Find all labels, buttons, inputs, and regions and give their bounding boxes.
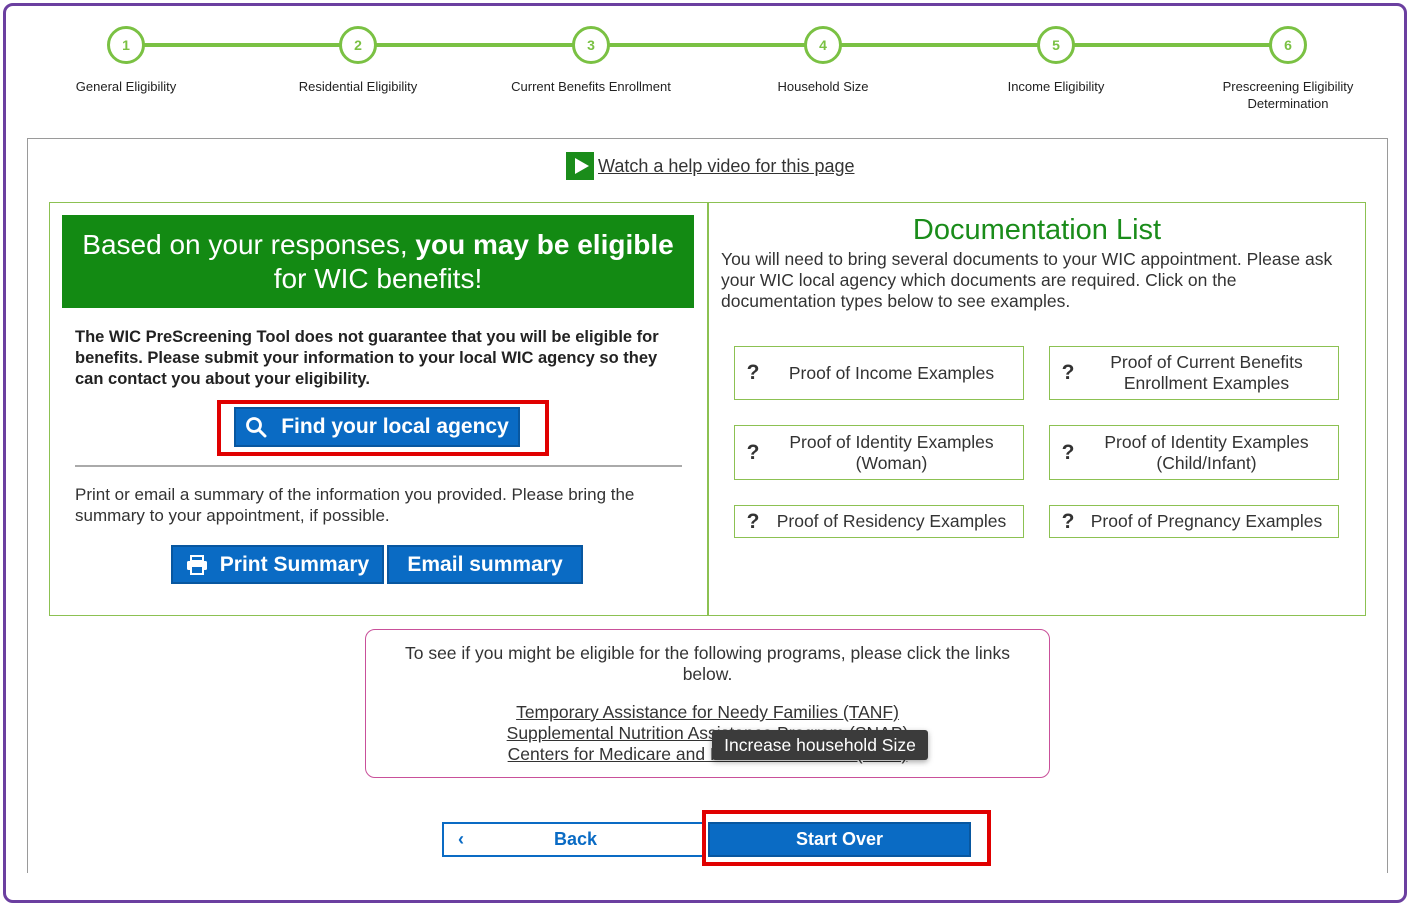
eligibility-banner: Based on your responses, you may be elig… [62, 215, 694, 308]
step-label: Household Size [777, 79, 869, 94]
banner-suffix: for WIC benefits! [273, 262, 483, 294]
step-label: Current Benefits Enrollment [511, 79, 671, 94]
banner-bold: you may be eligible [415, 228, 674, 260]
horizontal-divider [75, 465, 682, 467]
find-agency-button[interactable]: Find your local agency [234, 407, 520, 447]
question-icon: ? [1061, 361, 1075, 384]
step-household-size: 4 Household Size [733, 26, 913, 95]
programs-intro: To see if you might be eligible for the … [404, 643, 1011, 684]
back-button[interactable]: ‹ Back [442, 822, 705, 857]
step-label: Residential Eligibility [298, 79, 418, 94]
search-icon [246, 417, 267, 438]
step-general-eligibility: 1 General Eligibility [36, 26, 216, 95]
vertical-divider [707, 203, 709, 615]
print-note: Print or email a summary of the informat… [75, 485, 635, 525]
start-over-label: Start Over [795, 829, 884, 849]
step-label: Income Eligibility [1007, 79, 1105, 94]
documentation-description: You will need to bring several documents… [721, 249, 1333, 311]
doc-proof-of-income[interactable]: ? Proof of Income Examples [734, 346, 1024, 400]
help-video-link[interactable]: Watch a help video for this page [566, 151, 854, 181]
question-icon: ? [1061, 440, 1075, 464]
back-label: Back [553, 829, 598, 849]
step-income-eligibility: 5 Income Eligibility [966, 26, 1146, 95]
step-number: 6 [1269, 26, 1307, 64]
email-summary-label: Email summary [407, 552, 563, 576]
question-icon: ? [746, 440, 760, 464]
banner-prefix: Based on your responses, [82, 228, 416, 260]
step-number: 2 [339, 26, 377, 64]
cms-link[interactable]: Centers for Medicare and Medicaid Servic… [366, 744, 1049, 765]
doc-proof-of-residency[interactable]: ? Proof of Residency Examples [734, 505, 1024, 538]
step-number: 3 [572, 26, 610, 64]
print-summary-button[interactable]: Print Summary [171, 545, 384, 584]
eligibility-disclaimer: The WIC PreScreening Tool does not guara… [75, 328, 659, 388]
help-video-text[interactable]: Watch a help video for this page [598, 156, 854, 177]
print-summary-label: Print Summary [219, 552, 370, 576]
play-icon [566, 152, 594, 180]
start-over-button[interactable]: Start Over [708, 822, 971, 857]
doc-label: Proof of Residency Examples [776, 511, 1007, 531]
documentation-title: Documentation List [912, 214, 1162, 246]
snap-link[interactable]: Supplemental Nutrition Assistance Progra… [366, 723, 1049, 744]
question-icon: ? [746, 361, 760, 384]
email-summary-button[interactable]: Email summary [387, 545, 583, 584]
chevron-left-icon: ‹ [458, 829, 464, 849]
tooltip: Increase household Size [712, 730, 928, 760]
tanf-link[interactable]: Temporary Assistance for Needy Families … [366, 702, 1049, 723]
doc-label: Proof of Pregnancy Examples [1090, 511, 1323, 531]
doc-label: Proof of Identity Examples (Child/Infant… [1104, 431, 1309, 473]
doc-label: Proof of Current Benefits Enrollment Exa… [1110, 352, 1303, 393]
step-prescreening-determination: 6 Prescreening Eligibility Determination [1198, 26, 1378, 112]
step-current-benefits: 3 Current Benefits Enrollment [501, 26, 681, 95]
step-number: 1 [107, 26, 145, 64]
question-icon: ? [1061, 509, 1075, 533]
other-programs-box: To see if you might be eligible for the … [365, 629, 1050, 778]
printer-icon [186, 554, 207, 575]
step-residential-eligibility: 2 Residential Eligibility [268, 26, 448, 95]
doc-proof-of-current-benefits[interactable]: ? Proof of Current Benefits Enrollment E… [1049, 346, 1339, 400]
doc-label: Proof of Identity Examples (Woman) [789, 431, 994, 473]
doc-proof-of-identity-woman[interactable]: ? Proof of Identity Examples (Woman) [734, 425, 1024, 480]
step-label: Prescreening Eligibility Determination [1222, 79, 1354, 111]
step-number: 5 [1037, 26, 1075, 64]
doc-label: Proof of Income Examples [788, 362, 995, 383]
find-agency-label: Find your local agency [281, 415, 509, 438]
doc-proof-of-identity-child[interactable]: ? Proof of Identity Examples (Child/Infa… [1049, 425, 1339, 480]
question-icon: ? [746, 509, 760, 533]
step-label: General Eligibility [75, 79, 177, 94]
step-number: 4 [804, 26, 842, 64]
doc-proof-of-pregnancy[interactable]: ? Proof of Pregnancy Examples [1049, 505, 1339, 538]
